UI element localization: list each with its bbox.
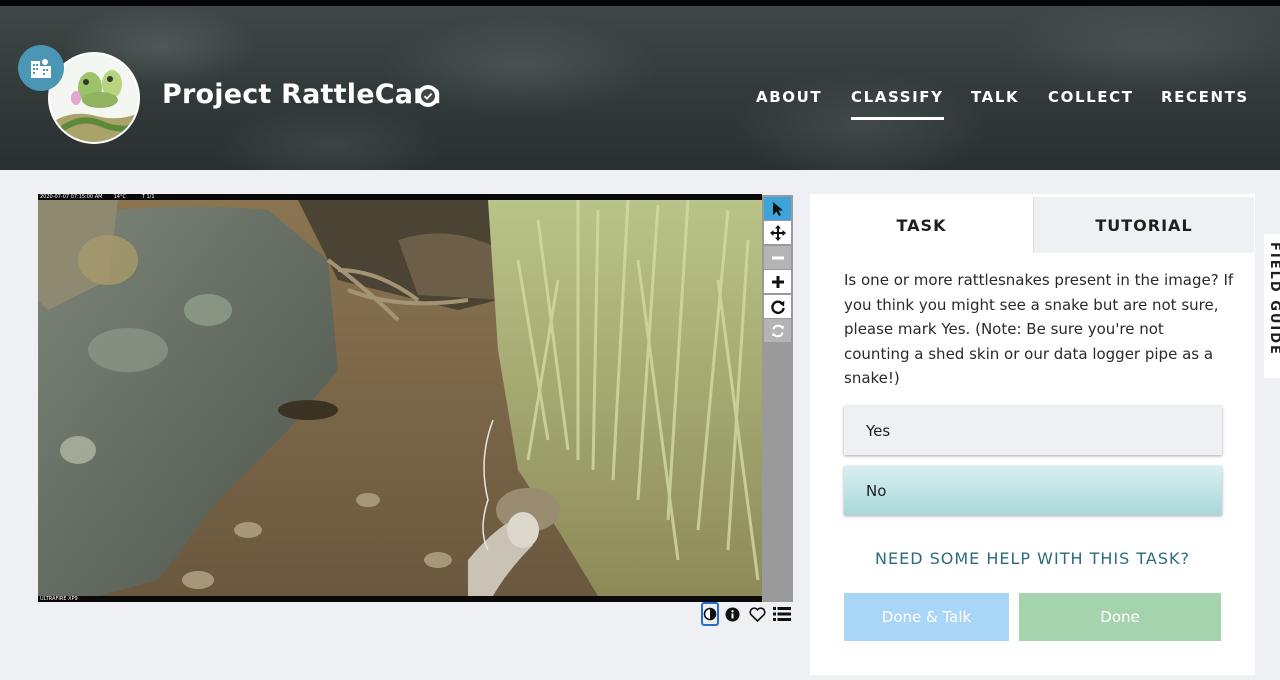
reset-icon[interactable] bbox=[764, 319, 791, 342]
tab-tutorial[interactable]: TUTORIAL bbox=[1033, 197, 1254, 253]
field-guide-label: FIELD GUIDE bbox=[1267, 242, 1280, 356]
favorite-heart-icon[interactable] bbox=[747, 602, 767, 626]
task-panel: TASK TUTORIAL Is one or more rattlesnake… bbox=[810, 194, 1255, 675]
verified-check-icon bbox=[417, 85, 439, 107]
move-icon[interactable] bbox=[764, 221, 791, 244]
done-button[interactable]: Done bbox=[1019, 593, 1221, 641]
organization-building-icon[interactable] bbox=[18, 45, 64, 91]
camera-trap-photo bbox=[38, 200, 762, 596]
project-title[interactable]: Project RattleCam bbox=[162, 79, 442, 110]
project-header: Project RattleCam ABOUT CLASSIFY TALK CO… bbox=[0, 6, 1280, 170]
zoom-out-icon[interactable] bbox=[764, 246, 791, 269]
nav-recents[interactable]: RECENTS bbox=[1161, 88, 1249, 108]
answer-no-label: No bbox=[866, 481, 887, 500]
nav-talk[interactable]: TALK bbox=[971, 88, 1019, 108]
task-question: Is one or more rattlesnakes present in t… bbox=[844, 271, 1234, 387]
field-guide-tab[interactable]: FIELD GUIDE bbox=[1264, 234, 1280, 378]
pointer-icon[interactable] bbox=[764, 197, 791, 220]
nav-collect[interactable]: COLLECT bbox=[1048, 88, 1134, 108]
camera-model-label: ULTRAFIRE XP9 bbox=[40, 596, 78, 602]
tab-task[interactable]: TASK bbox=[810, 197, 1033, 253]
answer-yes-button[interactable]: Yes bbox=[844, 406, 1222, 455]
zoom-in-icon[interactable] bbox=[764, 270, 791, 293]
collections-list-icon[interactable] bbox=[771, 602, 793, 626]
subject-image[interactable]: 2020-07-07 07:15:00 AM 14°C T 1/1 ULTRAF… bbox=[38, 194, 762, 602]
nav-classify[interactable]: CLASSIFY bbox=[851, 88, 944, 120]
answer-yes-label: Yes bbox=[866, 421, 891, 440]
rotate-icon[interactable] bbox=[764, 295, 791, 318]
image-toolbar bbox=[762, 195, 793, 602]
info-icon[interactable] bbox=[723, 602, 741, 626]
invert-icon[interactable] bbox=[701, 602, 719, 626]
done-and-talk-button[interactable]: Done & Talk bbox=[844, 593, 1009, 641]
nav-about[interactable]: ABOUT bbox=[756, 88, 822, 108]
task-help-link[interactable]: NEED SOME HELP WITH THIS TASK? bbox=[810, 549, 1255, 568]
answer-no-button[interactable]: No bbox=[844, 466, 1222, 515]
